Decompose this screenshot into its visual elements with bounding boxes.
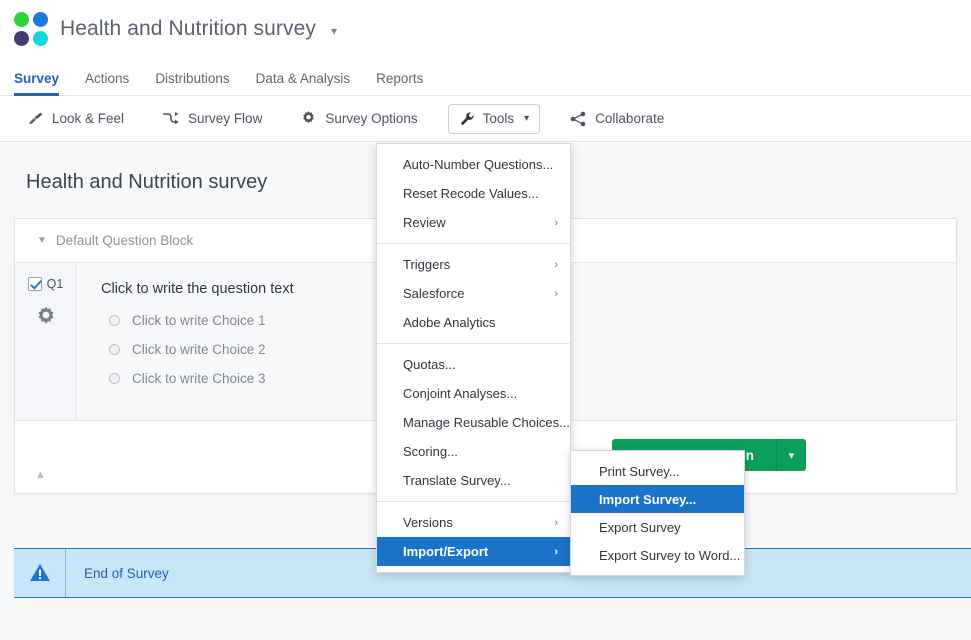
page-title: Health and Nutrition survey ▾ — [60, 17, 337, 41]
survey-flow-label: Survey Flow — [188, 111, 263, 126]
chevron-up-icon[interactable]: ▲ — [35, 469, 46, 481]
tab-actions[interactable]: Actions — [85, 71, 129, 95]
survey-options-label: Survey Options — [325, 111, 418, 126]
question-gutter: Q1 — [15, 263, 77, 420]
submenu-item-import-survey[interactable]: Import Survey... — [571, 485, 744, 513]
submenu-item-print-survey[interactable]: Print Survey... — [571, 457, 744, 485]
menu-item-label: Triggers — [403, 257, 451, 272]
qualtrics-logo-icon — [14, 12, 48, 46]
collaborate-button[interactable]: Collaborate — [562, 105, 672, 133]
menu-item-manage-reusable-choices[interactable]: Manage Reusable Choices... — [377, 408, 570, 437]
menu-item-label: Review — [403, 215, 446, 230]
look-and-feel-button[interactable]: Look & Feel — [20, 105, 132, 133]
wrench-icon — [459, 111, 475, 127]
chevron-down-icon[interactable]: ▾ — [331, 24, 337, 38]
collaborate-label: Collaborate — [595, 111, 665, 126]
gear-icon[interactable] — [34, 305, 58, 334]
menu-item-label: Conjoint Analyses... — [403, 386, 518, 401]
chevron-down-icon: ▾ — [524, 113, 530, 124]
choice-label: Click to write Choice 3 — [132, 371, 266, 386]
menu-item-salesforce[interactable]: Salesforce › — [377, 279, 570, 308]
tab-distributions[interactable]: Distributions — [155, 71, 229, 95]
submenu-item-export-survey[interactable]: Export Survey — [571, 513, 744, 541]
block-name-label: Default Question Block — [55, 233, 194, 248]
gear-icon — [300, 110, 317, 127]
chevron-right-icon: › — [554, 258, 558, 271]
warning-triangle-icon — [14, 549, 66, 597]
menu-item-label: Translate Survey... — [403, 473, 511, 488]
chevron-right-icon: › — [554, 516, 558, 529]
share-icon — [570, 111, 587, 127]
paintbrush-icon — [28, 111, 44, 127]
menu-item-review[interactable]: Review › — [377, 208, 570, 237]
menu-item-label: Adobe Analytics — [403, 315, 496, 330]
end-of-survey-label: End of Survey — [84, 565, 169, 581]
menu-item-label: Import/Export — [403, 544, 489, 559]
tab-survey[interactable]: Survey — [14, 71, 60, 96]
submenu-item-label: Import Survey... — [599, 491, 697, 507]
menu-item-triggers[interactable]: Triggers › — [377, 250, 570, 279]
question-number-label: Q1 — [46, 277, 64, 291]
tab-reports[interactable]: Reports — [376, 71, 423, 95]
menu-item-versions[interactable]: Versions › — [377, 508, 570, 537]
menu-separator — [377, 343, 570, 344]
menu-separator — [377, 243, 570, 244]
menu-item-label: Quotas... — [403, 357, 456, 372]
submenu-item-label: Print Survey... — [599, 463, 680, 479]
top-header: Health and Nutrition survey ▾ — [0, 0, 971, 58]
triangle-down-icon[interactable]: ▼ — [37, 235, 47, 246]
chevron-down-icon[interactable]: ▾ — [776, 439, 806, 471]
menu-item-quotas[interactable]: Quotas... — [377, 350, 570, 379]
tab-data-analysis[interactable]: Data & Analysis — [256, 71, 351, 95]
menu-item-auto-number-questions[interactable]: Auto-Number Questions... — [377, 150, 570, 179]
menu-item-conjoint-analyses[interactable]: Conjoint Analyses... — [377, 379, 570, 408]
menu-item-label: Versions — [403, 515, 453, 530]
checkbox-checked-icon[interactable] — [27, 277, 42, 291]
menu-item-label: Scoring... — [403, 444, 458, 459]
menu-item-label: Reset Recode Values... — [403, 186, 539, 201]
radio-icon — [109, 344, 120, 355]
menu-item-translate-survey[interactable]: Translate Survey... — [377, 466, 570, 495]
menu-item-import-export[interactable]: Import/Export › — [377, 537, 570, 566]
look-and-feel-label: Look & Feel — [52, 111, 125, 126]
survey-toolbar: Look & Feel Survey Flow Survey Options T… — [0, 96, 971, 142]
tools-button[interactable]: Tools ▾ — [447, 103, 541, 134]
survey-title-text: Health and Nutrition survey — [60, 17, 316, 40]
radio-icon — [109, 315, 120, 326]
radio-icon — [109, 373, 120, 384]
menu-item-label: Auto-Number Questions... — [403, 157, 554, 172]
menu-separator — [377, 501, 570, 502]
main-tabbar: Survey Actions Distributions Data & Anal… — [0, 58, 971, 96]
submenu-item-label: Export Survey — [599, 519, 681, 535]
menu-item-adobe-analytics[interactable]: Adobe Analytics — [377, 308, 570, 337]
survey-options-button[interactable]: Survey Options — [292, 104, 425, 133]
submenu-item-label: Export Survey to Word... — [599, 547, 741, 563]
tools-dropdown-menu: Auto-Number Questions... Reset Recode Va… — [376, 143, 571, 573]
import-export-submenu: Print Survey... Import Survey... Export … — [570, 450, 745, 576]
submenu-item-export-survey-to-word[interactable]: Export Survey to Word... — [571, 541, 744, 569]
chevron-right-icon: › — [554, 545, 558, 558]
chevron-right-icon: › — [554, 287, 558, 300]
tools-label: Tools — [482, 111, 515, 126]
menu-item-label: Manage Reusable Choices... — [403, 415, 570, 430]
choice-label: Click to write Choice 1 — [132, 313, 266, 328]
menu-item-scoring[interactable]: Scoring... — [377, 437, 570, 466]
chevron-right-icon: › — [554, 216, 558, 229]
menu-item-label: Salesforce — [403, 286, 465, 301]
flow-arrow-icon — [162, 111, 180, 127]
choice-label: Click to write Choice 2 — [132, 342, 266, 357]
survey-flow-button[interactable]: Survey Flow — [154, 105, 270, 133]
menu-item-reset-recode-values[interactable]: Reset Recode Values... — [377, 179, 570, 208]
